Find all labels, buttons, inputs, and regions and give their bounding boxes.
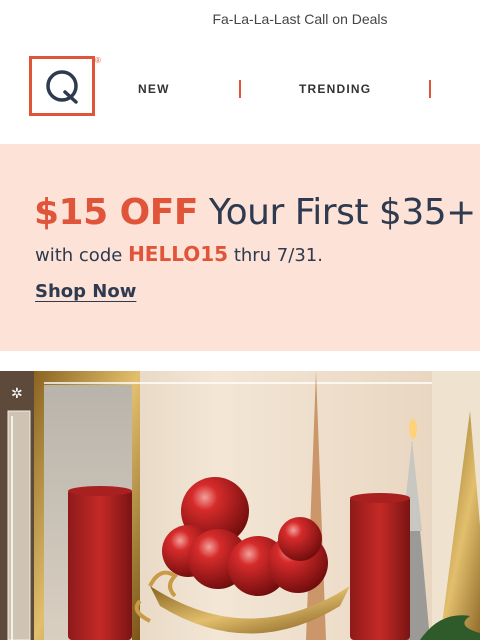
promo-banner[interactable]: $15 OFF Your First $35+ Order with code … [0,144,480,351]
q-letter-icon [46,70,78,104]
nav-link-new[interactable]: NEW [138,82,170,96]
svg-text:✲: ✲ [11,386,23,402]
promo-code-prefix: with code [35,245,123,266]
promo-discount: $15 OFF [34,192,198,233]
nav-divider [239,80,241,98]
promo-code-row: with code HELLO15 thru 7/31. [35,242,323,266]
announcement-text[interactable]: Fa-La-La-Last Call on Deals [0,11,480,27]
festive-mantel-image: ✲ [0,371,480,640]
promo-headline: Your First $35+ Order [208,192,480,233]
promo-code: HELLO15 [128,242,229,266]
promo-headline-row: $15 OFF Your First $35+ Order [34,192,480,233]
nav-link-trending[interactable]: TRENDING [299,82,371,96]
nav-divider [429,80,431,98]
qvc-logo[interactable] [29,56,95,116]
promo-code-suffix: thru 7/31. [233,245,323,266]
holiday-hero-image[interactable]: ✲ [0,371,480,640]
header-nav: ® NEW TRENDING [0,38,480,144]
registered-mark-icon: ® [95,56,101,65]
shop-now-link[interactable]: Shop Now [35,281,136,302]
announcement-bar[interactable]: Fa-La-La-Last Call on Deals [0,0,480,38]
